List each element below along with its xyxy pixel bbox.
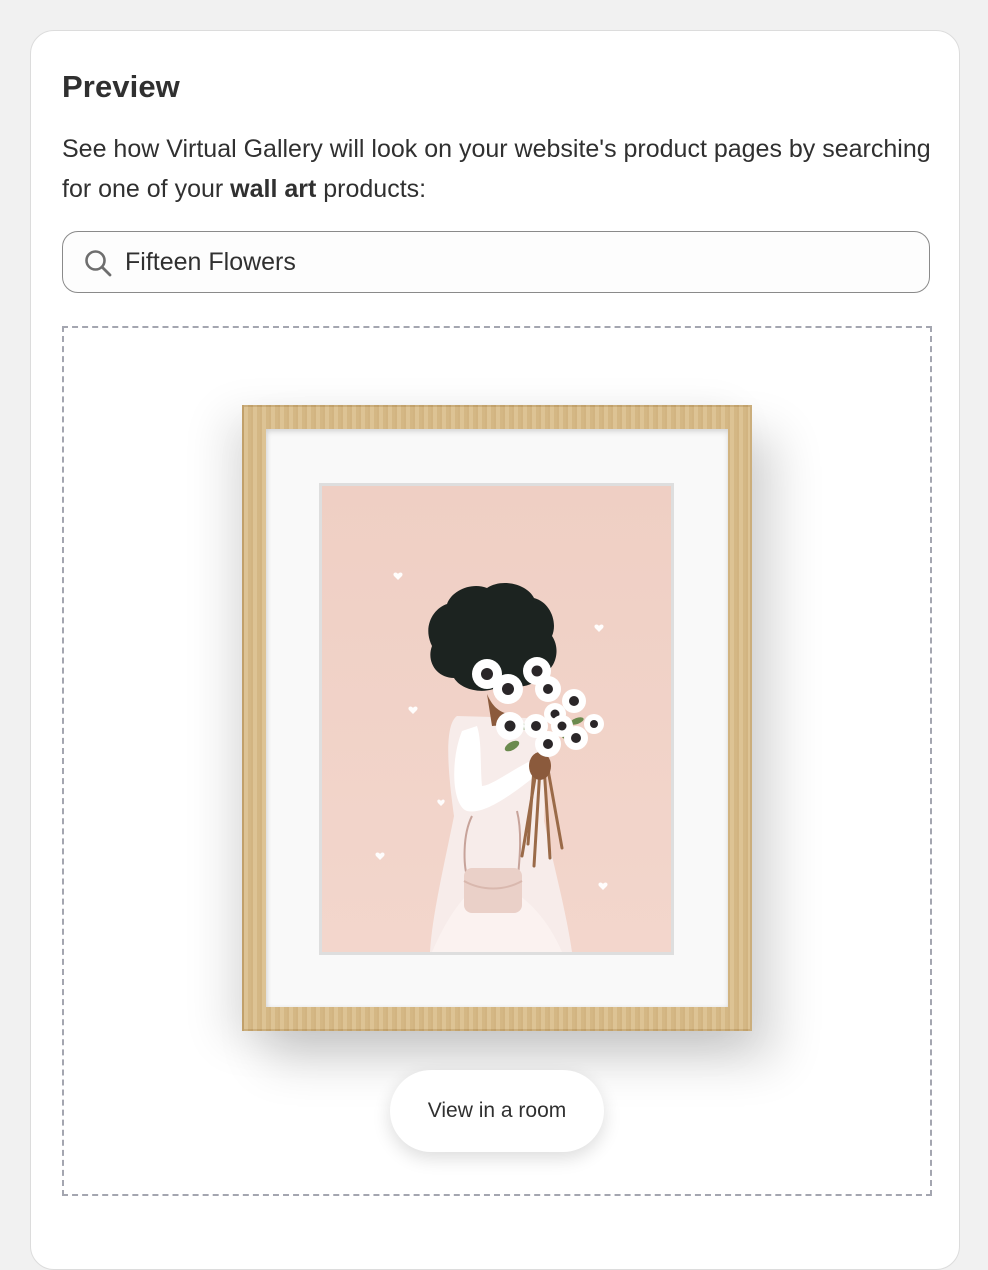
description-text-start: See how Virtual Gallery will look on you…	[62, 135, 931, 203]
framed-artwork-image	[242, 405, 752, 1031]
frame-mat	[266, 429, 728, 1007]
preview-card: Preview See how Virtual Gallery will loo…	[30, 30, 960, 1270]
preview-description: See how Virtual Gallery will look on you…	[62, 129, 932, 209]
description-bold-wall-art: wall art	[230, 175, 317, 203]
view-in-room-button[interactable]: View in a room	[390, 1070, 604, 1152]
search-icon	[85, 250, 112, 277]
search-input[interactable]	[125, 240, 905, 284]
artwork-print	[319, 483, 674, 955]
artwork-illustration	[322, 486, 671, 952]
preview-area: View in a room	[62, 326, 932, 1196]
preview-title: Preview	[62, 69, 180, 104]
product-search-field[interactable]	[62, 231, 930, 293]
description-text-end: products:	[316, 175, 427, 203]
